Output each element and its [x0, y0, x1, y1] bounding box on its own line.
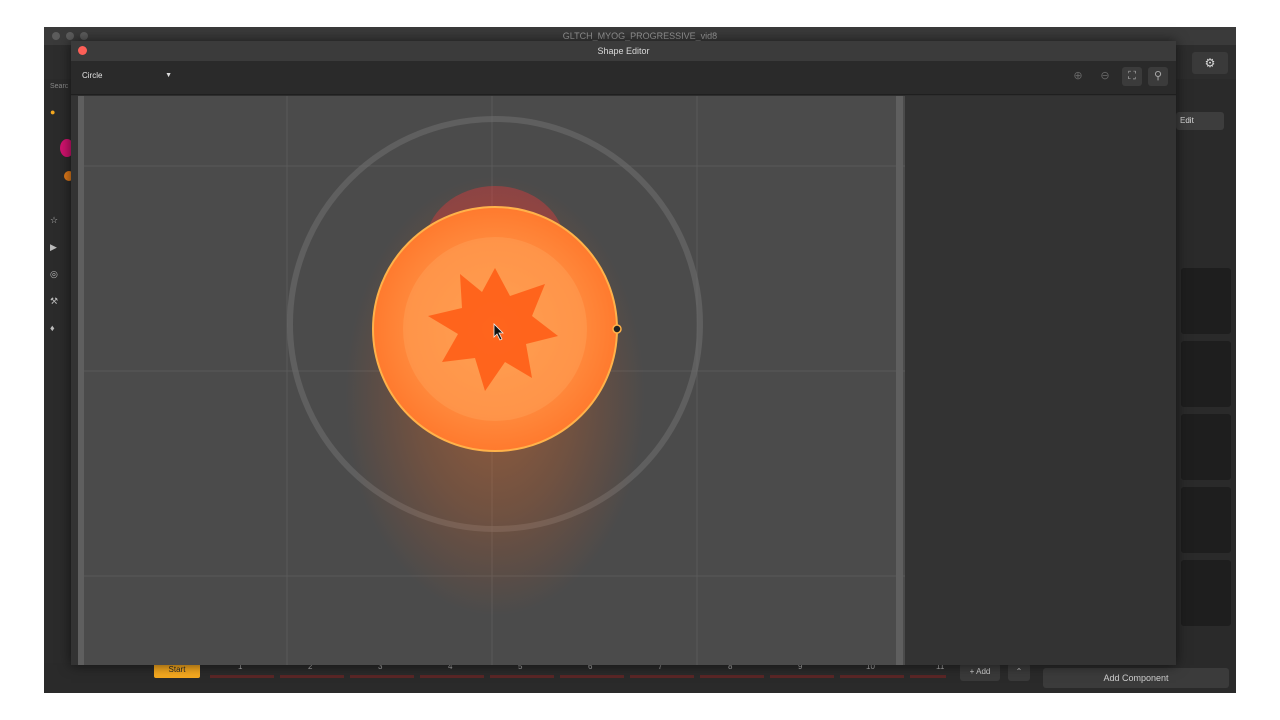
image-upload-slot[interactable]	[1181, 487, 1231, 553]
add-button[interactable]: + Add	[960, 663, 1000, 681]
traffic-light-minimize[interactable]	[66, 32, 74, 40]
add-component-button[interactable]: Add Component	[1043, 668, 1229, 688]
image-upload-slot[interactable]	[1181, 560, 1231, 626]
star-icon[interactable]: ☆	[50, 215, 72, 231]
canvas-left-border	[78, 96, 84, 665]
image-upload-slot[interactable]	[1181, 414, 1231, 480]
shape-editor-titlebar: Shape Editor	[71, 41, 1176, 61]
timeline-segment[interactable]	[700, 675, 764, 678]
shape-editor-window: Shape Editor Circle ▼ ⊕ ⊖ ⛶ ⚲	[71, 41, 1176, 665]
spiral-icon[interactable]: ◎	[50, 269, 72, 285]
shape-type-select[interactable]: Circle ▼	[78, 67, 176, 85]
image-upload-slot[interactable]	[1181, 341, 1231, 407]
tag-icon[interactable]: ♦	[50, 323, 72, 339]
timeline-segment[interactable]	[350, 675, 414, 678]
gear-icon[interactable]: ⚙	[1192, 52, 1228, 74]
image-upload-slot[interactable]	[1181, 268, 1231, 334]
timeline-segment[interactable]	[770, 675, 834, 678]
window-title: GLTCH_MYOG_PROGRESSIVE_vid8	[562, 31, 718, 41]
shape-type-value: Circle	[82, 71, 103, 80]
shape-editor-title: Shape Editor	[597, 46, 650, 56]
search-field[interactable]: Searc	[50, 83, 72, 99]
chevron-up-icon[interactable]: ⌃	[1008, 663, 1030, 681]
shape-editor-toolbar: Circle ▼ ⊕ ⊖ ⛶ ⚲	[71, 61, 1176, 95]
timeline-segment[interactable]	[280, 675, 344, 678]
play-icon[interactable]: ▶	[50, 242, 72, 258]
canvas-area	[71, 96, 1176, 665]
shape-canvas[interactable]	[80, 96, 905, 665]
left-panel: Searc ● ☆ ▶ ◎ ⚒ ♦	[44, 79, 74, 693]
timeline-segment[interactable]	[560, 675, 624, 678]
canvas-drawing	[80, 96, 905, 665]
fit-frame-icon[interactable]: ⛶	[1122, 67, 1142, 86]
dropdown-arrow-icon: ▼	[165, 72, 172, 79]
right-panel	[1175, 79, 1236, 693]
timeline-segment[interactable]	[420, 675, 484, 678]
edit-button[interactable]: Edit	[1176, 112, 1224, 130]
zoom-in-icon[interactable]: ⊕	[1068, 67, 1088, 86]
timeline-segment[interactable]	[910, 675, 946, 678]
traffic-light-zoom[interactable]	[80, 32, 88, 40]
canvas-right-border	[896, 96, 903, 665]
resize-handle[interactable]	[612, 324, 622, 334]
close-button[interactable]	[78, 46, 87, 55]
zoom-out-icon[interactable]: ⊖	[1095, 67, 1115, 86]
traffic-light-close[interactable]	[52, 32, 60, 40]
timeline-segment[interactable]	[210, 675, 274, 678]
timeline-segment[interactable]	[840, 675, 904, 678]
hammer-icon[interactable]: ⚒	[50, 296, 72, 312]
user-icon[interactable]: ●	[50, 107, 72, 123]
timeline-segment[interactable]	[490, 675, 554, 678]
search-icon[interactable]: ⚲	[1148, 67, 1168, 86]
timeline-segment[interactable]	[630, 675, 694, 678]
